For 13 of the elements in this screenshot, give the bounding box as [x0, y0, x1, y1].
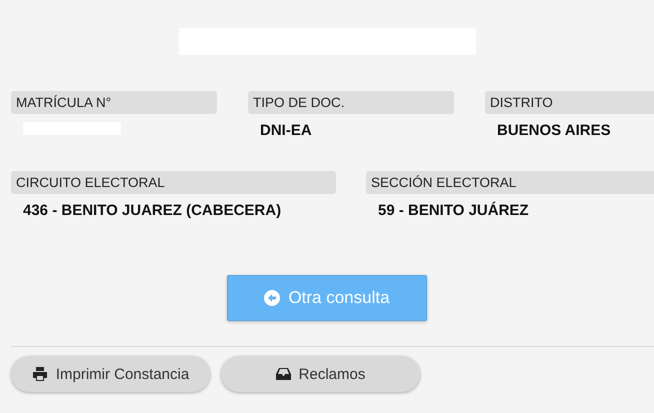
field-value: DNI-EA [260, 122, 312, 139]
printer-icon [32, 367, 48, 381]
field-label: MATRÍCULA N° [11, 91, 217, 114]
print-button[interactable]: Imprimir Constancia [11, 356, 210, 392]
field-label: CIRCUITO ELECTORAL [11, 171, 336, 194]
field-value: 59 - BENITO JUÁREZ [378, 202, 529, 219]
field-label: SECCIÓN ELECTORAL [366, 171, 654, 194]
field-label: TIPO DE DOC. [248, 91, 454, 114]
claims-button[interactable]: Reclamos [221, 356, 420, 392]
field-value: 436 - BENITO JUAREZ (CABECERA) [23, 202, 282, 219]
inbox-icon [276, 368, 291, 380]
field-value: BUENOS AIRES [497, 122, 611, 139]
field-label: DISTRITO [485, 91, 654, 114]
